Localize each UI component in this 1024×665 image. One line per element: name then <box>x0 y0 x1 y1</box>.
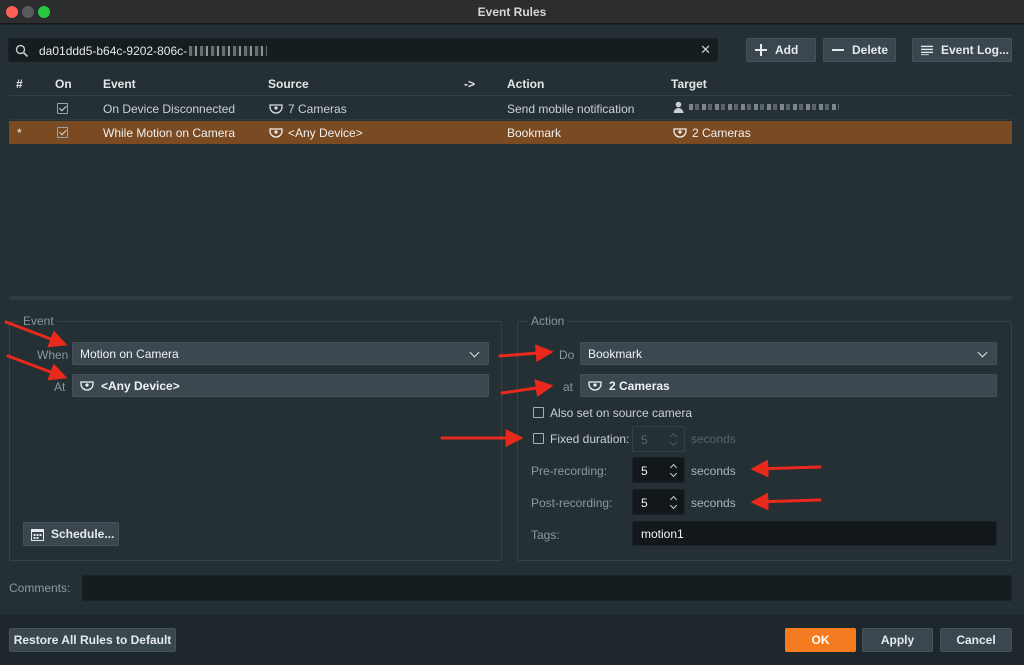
search-value: da01ddd5-b64c-9202-806c- <box>39 44 268 58</box>
redacted-text <box>189 46 268 56</box>
also-set-label: Also set on source camera <box>550 406 693 420</box>
column-header-action[interactable]: Action <box>507 77 544 91</box>
at-label: At <box>54 380 66 394</box>
chevron-down-icon <box>669 438 678 447</box>
plus-icon <box>755 44 767 56</box>
action-at-label: at <box>563 380 574 394</box>
post-recording-value: 5 <box>641 496 648 510</box>
event-group-title: Event <box>20 314 57 328</box>
fixed-duration-stepper: 5 <box>632 426 685 452</box>
add-button-label: Add <box>775 43 799 57</box>
column-header-arrow: -> <box>464 77 476 91</box>
delete-button-label: Delete <box>852 43 889 57</box>
row-number: * <box>17 126 22 140</box>
search-icon <box>15 44 29 58</box>
camera-icon <box>588 380 602 391</box>
schedule-button-label: Schedule... <box>51 527 115 541</box>
event-log-button-label: Event Log... <box>941 43 1010 57</box>
action-target-value: 2 Cameras <box>609 378 670 393</box>
event-rules-dialog: da01ddd5-b64c-9202-806c- ✕ Add Delete Ev… <box>0 25 1024 665</box>
action-group-title: Action <box>528 314 568 328</box>
fixed-duration-value: 5 <box>641 433 648 447</box>
user-icon <box>673 101 684 113</box>
column-header-on[interactable]: On <box>55 77 72 91</box>
delete-button[interactable]: Delete <box>823 38 896 62</box>
also-set-checkbox[interactable] <box>533 407 544 418</box>
fixed-duration-unit: seconds <box>691 432 736 446</box>
cancel-button[interactable]: Cancel <box>940 628 1012 652</box>
camera-icon <box>673 128 687 138</box>
rules-table: # On Event Source -> Action Target On De… <box>9 73 1012 295</box>
column-header-number[interactable]: # <box>16 77 23 91</box>
table-row-selected[interactable]: * While Motion on Camera <Any Device> Bo… <box>9 121 1012 144</box>
row-target: 2 Cameras <box>673 126 751 140</box>
pre-recording-value: 5 <box>641 464 648 478</box>
panel-splitter[interactable] <box>9 296 1012 300</box>
restore-defaults-button[interactable]: Restore All Rules to Default <box>9 628 176 652</box>
comments-label: Comments: <box>9 581 71 595</box>
when-label: When <box>37 348 69 362</box>
clear-search-icon[interactable]: ✕ <box>700 42 711 58</box>
minus-icon <box>832 49 844 51</box>
redacted-text <box>689 104 839 110</box>
action-target-selector[interactable]: 2 Cameras <box>580 374 997 397</box>
add-button[interactable]: Add <box>746 38 816 62</box>
post-recording-stepper[interactable]: 5 <box>632 489 685 515</box>
pre-recording-unit: seconds <box>691 464 736 478</box>
action-type-dropdown[interactable]: Bookmark <box>580 342 997 365</box>
row-action: Send mobile notification <box>507 102 635 116</box>
post-recording-label: Post-recording: <box>531 496 613 510</box>
tags-label: Tags: <box>531 528 560 542</box>
column-header-target[interactable]: Target <box>671 77 707 91</box>
do-label: Do <box>559 348 575 362</box>
event-device-value: <Any Device> <box>101 378 180 393</box>
row-source: 7 Cameras <box>269 102 347 116</box>
action-type-value: Bookmark <box>588 346 643 361</box>
chevron-down-icon[interactable] <box>669 501 678 510</box>
row-source: <Any Device> <box>269 126 363 140</box>
column-header-event[interactable]: Event <box>103 77 136 91</box>
rule-enabled-checkbox[interactable] <box>57 103 68 114</box>
chevron-down-icon[interactable] <box>669 469 678 478</box>
when-dropdown[interactable]: Motion on Camera <box>72 342 489 365</box>
row-target <box>673 101 839 113</box>
table-header: # On Event Source -> Action Target <box>9 73 1012 96</box>
event-log-button[interactable]: Event Log... <box>912 38 1012 62</box>
ok-button[interactable]: OK <box>785 628 856 652</box>
pre-recording-label: Pre-recording: <box>531 464 608 478</box>
chevron-down-icon <box>469 347 480 358</box>
camera-icon <box>80 380 94 391</box>
comments-input[interactable] <box>82 575 1012 601</box>
fixed-duration-label: Fixed duration: <box>550 432 630 446</box>
list-icon <box>921 45 933 56</box>
event-device-selector[interactable]: <Any Device> <box>72 374 489 397</box>
camera-icon <box>269 128 283 138</box>
chevron-down-icon <box>977 347 988 358</box>
row-event: On Device Disconnected <box>103 102 236 116</box>
post-recording-unit: seconds <box>691 496 736 510</box>
fixed-duration-checkbox[interactable] <box>533 433 544 444</box>
title-bar: Event Rules <box>0 0 1024 24</box>
schedule-button[interactable]: Schedule... <box>23 522 119 546</box>
pre-recording-stepper[interactable]: 5 <box>632 457 685 483</box>
row-event: While Motion on Camera <box>103 126 236 140</box>
row-action: Bookmark <box>507 126 562 140</box>
rule-enabled-checkbox[interactable] <box>57 127 68 138</box>
column-header-source[interactable]: Source <box>268 77 309 91</box>
table-row[interactable]: On Device Disconnected 7 Cameras Send mo… <box>9 97 1012 120</box>
camera-icon <box>269 104 283 114</box>
apply-button[interactable]: Apply <box>862 628 933 652</box>
calendar-icon <box>31 528 44 541</box>
search-input[interactable]: da01ddd5-b64c-9202-806c- ✕ <box>8 38 718 62</box>
tags-input[interactable]: motion1 <box>632 521 997 546</box>
when-value: Motion on Camera <box>80 346 179 361</box>
window-title: Event Rules <box>477 5 547 19</box>
